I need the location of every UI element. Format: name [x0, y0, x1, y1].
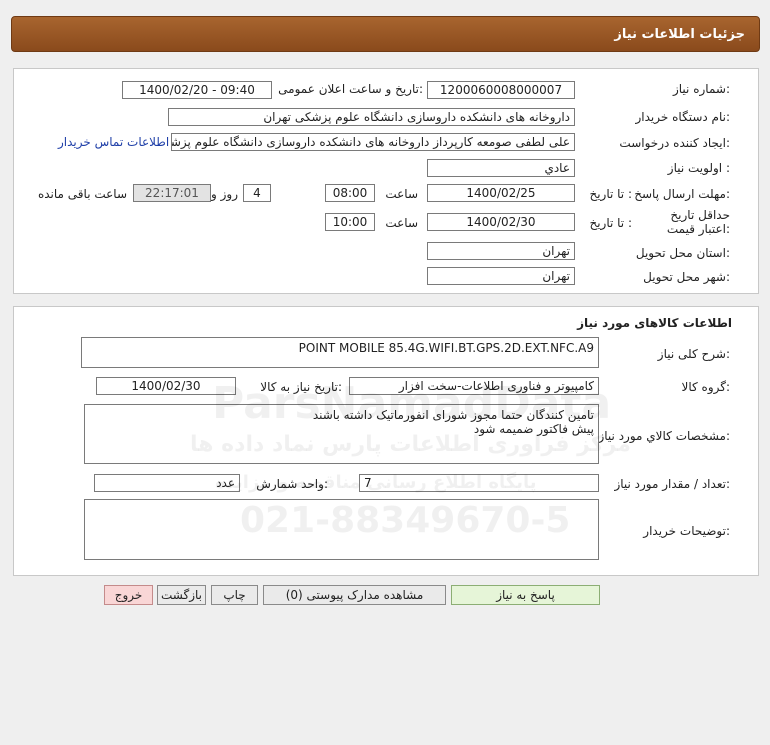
remaining-label: ساعت باقی مانده: [37, 187, 127, 201]
need-date-field: 1400/02/30: [96, 377, 236, 395]
back-button[interactable]: بازگشت: [157, 585, 206, 605]
details-panel: [13, 68, 759, 294]
buyer-contact-link[interactable]: اطلاعات تماس خریدار: [58, 135, 169, 149]
announce-field: 1400/02/20 - 09:40: [122, 81, 272, 99]
announce-label: تاریخ و ساعت اعلان عمومی:: [278, 82, 423, 96]
deadline-time-field: 08:00: [325, 184, 375, 202]
deadline-time-label: ساعت: [385, 187, 418, 201]
buyer-field: داروخانه های دانشکده داروسازی دانشگاه عل…: [168, 108, 575, 126]
view-attachments-button[interactable]: مشاهده مدارک پیوستی (0): [263, 585, 446, 605]
validity-time-field: 10:00: [325, 213, 375, 231]
validity-date-field: 1400/02/30: [427, 213, 575, 231]
desc-field: POINT MOBILE 85.4G.WIFI.BT.GPS.2D.EXT.NF…: [81, 337, 599, 368]
remaining-days-field: 4: [243, 184, 271, 202]
qty-label: تعداد / مقدار مورد نیاز:: [614, 477, 730, 491]
need-number-field: 1200060008000007: [427, 81, 575, 99]
days-label: روز و: [211, 187, 238, 201]
qty-field: 7: [359, 474, 599, 492]
print-button[interactable]: چاپ: [211, 585, 258, 605]
deadline-date-field: 1400/02/25: [427, 184, 575, 202]
remaining-time-field: 22:17:01: [133, 184, 211, 202]
deadline-to-date-label: تا تاریخ :: [589, 187, 632, 201]
validity-time-label: ساعت: [385, 216, 418, 230]
priority-field: عادي: [427, 159, 575, 177]
exit-button[interactable]: خروج: [104, 585, 153, 605]
unit-label: واحد شمارش:: [256, 477, 328, 491]
specs-line-1: تامین کنندگان حتما مجوز شورای انفورماتیک…: [312, 408, 594, 422]
city-field: تهران: [427, 267, 575, 285]
buyer-label: نام دستگاه خریدار:: [635, 110, 731, 124]
group-field: کامپیوتر و فناوری اطلاعات-سخت افزار: [349, 377, 599, 395]
validity-label: حداقل تاریخ اعتبار قیمت:: [640, 208, 730, 236]
specs-line-2: پیش فاکتور ضمیمه شود: [473, 422, 594, 436]
province-label: استان محل تحویل:: [635, 246, 730, 260]
need-date-label: تاریخ نیاز به کالا:: [260, 380, 342, 394]
deadline-label: مهلت ارسال پاسخ:: [634, 187, 730, 201]
priority-label: اولویت نیاز :: [667, 161, 730, 175]
goods-section-title: اطلاعات کالاهای مورد نیاز: [577, 316, 732, 330]
specs-field: تامین کنندگان حتما مجوز شورای انفورماتیک…: [84, 404, 599, 464]
validity-label-text: حداقل تاریخ اعتبار قیمت:: [666, 208, 730, 236]
page-title: جزئیات اطلاعات نیاز: [614, 27, 745, 42]
specs-label: مشخصات کالاي مورد نياز:: [598, 429, 730, 443]
desc-label: شرح کلی نیاز:: [657, 347, 730, 361]
reply-button[interactable]: پاسخ به نیاز: [451, 585, 600, 605]
group-label: گروه کالا:: [681, 380, 731, 394]
validity-to-date-label: تا تاریخ :: [589, 216, 632, 230]
buyer-notes-field: [84, 499, 599, 560]
creator-label: ایجاد کننده درخواست:: [619, 136, 730, 150]
unit-field: عدد: [94, 474, 240, 492]
city-label: شهر محل تحویل:: [643, 270, 730, 284]
page-header: جزئیات اطلاعات نیاز: [11, 16, 760, 52]
buyer-notes-label: توضیحات خریدار:: [643, 524, 730, 538]
need-number-label: شماره نیاز:: [672, 82, 730, 96]
province-field: تهران: [427, 242, 575, 260]
creator-field: علی لطفی صومعه کارپرداز داروخانه های دان…: [171, 133, 575, 151]
